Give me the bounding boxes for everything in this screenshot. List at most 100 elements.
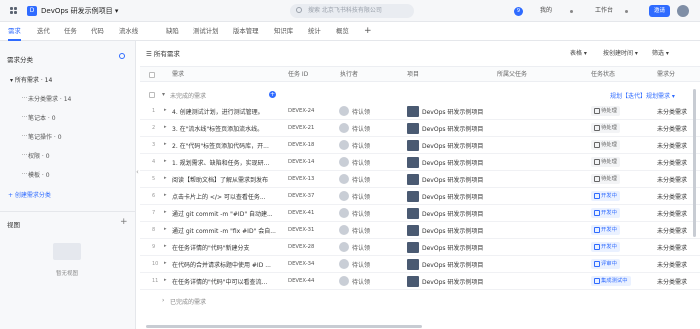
- sidebar-item-notebook[interactable]: 笔记本 · 0: [28, 113, 56, 122]
- row-expand-icon[interactable]: ▸: [164, 209, 167, 215]
- row-expand-icon[interactable]: ▸: [164, 277, 167, 283]
- notification-icon[interactable]: [625, 10, 628, 13]
- assignee-name[interactable]: 待认领: [352, 260, 370, 269]
- status-badge[interactable]: 待处理: [591, 123, 620, 133]
- tab-pipelines[interactable]: 流水线: [119, 22, 138, 41]
- table-row[interactable]: 1 ▸ 4. 创建测试计划，进行测试管理。 DEVEX-24 待认领 DevOps 研发示…: [140, 103, 700, 120]
- tab-knowledge-base[interactable]: 知识库: [274, 22, 293, 41]
- table-row[interactable]: 9 ▸ 在任务详情的"代码"新建分支 DEVEX-28 待认领 DevOps 研发示例项目…: [140, 239, 700, 256]
- sidebar-item-all[interactable]: ▾ 所有需求 · 14: [10, 75, 52, 84]
- finished-group-header[interactable]: › 已完成的需求: [140, 294, 700, 307]
- requirement-title[interactable]: 点击卡片上的 </> 可以查看任务...: [172, 192, 284, 201]
- mine-link[interactable]: 我的: [540, 0, 552, 22]
- group-collapse-icon[interactable]: ▾: [162, 91, 165, 98]
- tab-requirements[interactable]: 需求: [8, 22, 21, 41]
- row-expand-icon[interactable]: ▸: [164, 124, 167, 130]
- group-checkbox[interactable]: [149, 92, 155, 98]
- row-expand-icon[interactable]: ▸: [164, 260, 167, 266]
- project-name[interactable]: DevOps 研发示例项目: [422, 141, 483, 150]
- global-search-input[interactable]: 搜索 北京飞书科技有限公司: [290, 4, 414, 18]
- tab-code[interactable]: 代码: [91, 22, 104, 41]
- requirement-title[interactable]: 1. 规划需求、缺陷和任务，实现研...: [172, 158, 284, 167]
- sidebar-item-note-ops[interactable]: 笔记操作 · 0: [28, 132, 62, 141]
- tab-iterations[interactable]: 迭代: [37, 22, 50, 41]
- project-name[interactable]: DevOps 研发示例项目: [422, 158, 483, 167]
- assignee-name[interactable]: 待认领: [352, 226, 370, 235]
- project-name[interactable]: DevOps 研发示例项目: [422, 107, 483, 116]
- add-tab-button[interactable]: +: [364, 22, 372, 41]
- requirement-category[interactable]: 未分类需求: [657, 141, 687, 150]
- requirement-category[interactable]: 未分类需求: [657, 243, 687, 252]
- requirement-category[interactable]: 未分类需求: [657, 226, 687, 235]
- requirement-category[interactable]: 未分类需求: [657, 260, 687, 269]
- row-expand-icon[interactable]: ▸: [164, 175, 167, 181]
- app-grid-icon[interactable]: [10, 7, 18, 15]
- assignee-name[interactable]: 待认领: [352, 141, 370, 150]
- assignee-name[interactable]: 待认领: [352, 124, 370, 133]
- create-category-link[interactable]: + 创建需求分类: [8, 190, 51, 199]
- requirement-title[interactable]: 通过 git commit -m "fix #ID" 会自...: [172, 226, 284, 235]
- table-row[interactable]: 5 ▸ 阅读【帮助文档】了解从需求到发布 DEVEX-13 待认领 DevOps 研发示例…: [140, 171, 700, 188]
- requirement-title[interactable]: 通过 git commit -m "#ID" 自动建...: [172, 209, 284, 218]
- column-project[interactable]: 项目: [407, 67, 419, 83]
- sort-dropdown[interactable]: 按创建时间 ▾: [603, 48, 638, 57]
- tab-test-plans[interactable]: 测试计划: [193, 22, 219, 41]
- tab-overview[interactable]: 概览: [336, 22, 349, 41]
- table-row[interactable]: 11 ▸ 在任务详情的"代码"中可以看查流... DEVEX-44 待认领 DevOps …: [140, 273, 700, 290]
- add-view-button[interactable]: +: [120, 217, 128, 227]
- status-badge[interactable]: 开发中: [591, 208, 620, 218]
- status-badge[interactable]: 待处理: [591, 174, 620, 184]
- status-badge[interactable]: 待处理: [591, 140, 620, 150]
- project-name[interactable]: DevOps 研发示例项目: [422, 192, 483, 201]
- row-expand-icon[interactable]: ▸: [164, 226, 167, 232]
- requirement-title[interactable]: 在任务详情的"代码"新建分支: [172, 243, 284, 252]
- table-row[interactable]: 2 ▸ 3. 在"流水线"标签页添加流水线。 DEVEX-21 待认领 DevOps 研发…: [140, 120, 700, 137]
- user-avatar[interactable]: [677, 5, 689, 17]
- project-name[interactable]: DevOps 研发示例项目: [422, 226, 483, 235]
- requirement-category[interactable]: 未分类需求: [657, 277, 687, 286]
- row-expand-icon[interactable]: ▸: [164, 107, 167, 113]
- requirement-title[interactable]: 阅读【帮助文档】了解从需求到发布: [172, 175, 284, 184]
- column-task-id[interactable]: 任务 ID: [288, 67, 308, 83]
- horizontal-scrollbar[interactable]: [146, 325, 422, 328]
- column-requirement[interactable]: 需求: [172, 67, 184, 83]
- row-expand-icon[interactable]: ▸: [164, 141, 167, 147]
- requirement-category[interactable]: 未分类需求: [657, 158, 687, 167]
- column-parent-task[interactable]: 所属父任务: [497, 67, 527, 83]
- sidebar-item-templates[interactable]: 模板 · 0: [28, 170, 50, 179]
- row-expand-icon[interactable]: ▸: [164, 192, 167, 198]
- project-title-dropdown[interactable]: DevOps 研发示例项目 ▾: [41, 6, 118, 16]
- sidebar-item-permissions[interactable]: 权限 · 0: [28, 151, 50, 160]
- sidebar-item-uncategorized[interactable]: 未分类需求 · 14: [28, 94, 71, 103]
- column-status[interactable]: 任务状态: [591, 67, 615, 83]
- table-row[interactable]: 3 ▸ 2. 在"代码"标签页添加代码库，开... DEVEX-18 待认领 DevOps…: [140, 137, 700, 154]
- column-category[interactable]: 需求分: [657, 67, 675, 83]
- requirement-title[interactable]: 在代码的合并请求标题中使用 #ID ...: [172, 260, 284, 269]
- assignee-name[interactable]: 待认领: [352, 107, 370, 116]
- table-view-dropdown[interactable]: 表格 ▾: [570, 48, 587, 57]
- requirement-category[interactable]: 未分类需求: [657, 209, 687, 218]
- requirement-title[interactable]: 在任务详情的"代码"中可以看查流...: [172, 277, 284, 286]
- project-name[interactable]: DevOps 研发示例项目: [422, 209, 483, 218]
- status-badge[interactable]: 开发中: [591, 225, 620, 235]
- tab-versions[interactable]: 版本管理: [233, 22, 259, 41]
- assignee-name[interactable]: 待认领: [352, 243, 370, 252]
- group-expand-icon[interactable]: ›: [162, 297, 164, 304]
- status-badge[interactable]: 待处理: [591, 106, 620, 116]
- requirement-category[interactable]: 未分类需求: [657, 124, 687, 133]
- assignee-name[interactable]: 待认领: [352, 277, 370, 286]
- tab-defects[interactable]: 缺陷: [166, 22, 179, 41]
- row-expand-icon[interactable]: ▸: [164, 243, 167, 249]
- category-search-icon[interactable]: [119, 53, 125, 59]
- table-row[interactable]: 10 ▸ 在代码的合并请求标题中使用 #ID ... DEVEX-34 待认领 DevOp…: [140, 256, 700, 273]
- collapse-sidebar-icon[interactable]: ‹: [136, 168, 139, 176]
- notification-badge[interactable]: 9: [514, 7, 523, 16]
- assignee-name[interactable]: 待认领: [352, 192, 370, 201]
- project-name[interactable]: DevOps 研发示例项目: [422, 243, 483, 252]
- column-assignee[interactable]: 执行者: [340, 67, 358, 83]
- status-badge[interactable]: 评审中: [591, 259, 620, 269]
- select-all-checkbox[interactable]: [149, 72, 155, 78]
- project-name[interactable]: DevOps 研发示例项目: [422, 277, 483, 286]
- requirement-title[interactable]: 3. 在"流水线"标签页添加流水线。: [172, 124, 284, 133]
- status-badge[interactable]: 待处理: [591, 157, 620, 167]
